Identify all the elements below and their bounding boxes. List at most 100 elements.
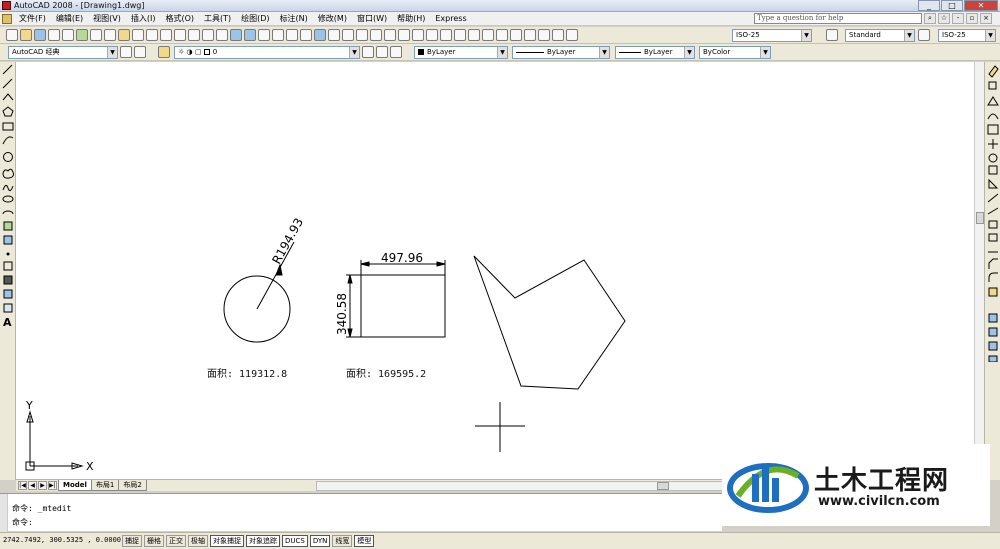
workspace-save-icon[interactable] [134, 46, 146, 58]
zoom-window-icon[interactable] [202, 29, 214, 41]
insert-block-icon[interactable] [3, 221, 13, 231]
polygon-icon[interactable] [2, 106, 14, 117]
scale-icon[interactable] [988, 165, 998, 175]
chamfer-icon[interactable] [988, 258, 998, 269]
tab-layout1[interactable]: 布局1 [90, 480, 120, 491]
break-at-point-icon[interactable] [988, 220, 998, 229]
design-center-icon[interactable] [244, 29, 256, 41]
text-style-icon[interactable] [826, 29, 838, 41]
ellipse-icon[interactable] [2, 195, 14, 203]
make-object-layer-current-icon[interactable] [362, 46, 374, 58]
continue-dimension-icon[interactable] [468, 29, 480, 41]
calculator-icon[interactable] [300, 29, 312, 41]
bring-to-front-icon[interactable] [988, 327, 998, 337]
plot-style-select[interactable]: ByColor ▼ [699, 46, 771, 59]
prev-tab-button[interactable]: ◀ [28, 481, 37, 490]
minimize-button[interactable]: _ [918, 0, 940, 11]
open-file-icon[interactable] [20, 29, 32, 41]
menu-view[interactable]: 视图(V) [92, 13, 122, 25]
dimension-text-edit-icon[interactable] [552, 29, 564, 41]
toggle-otrack[interactable]: 对象追踪 [246, 535, 280, 547]
rectangle-icon[interactable] [2, 122, 14, 131]
print-preview-icon[interactable] [62, 29, 74, 41]
trim-icon[interactable] [987, 193, 999, 203]
move-icon[interactable] [988, 139, 998, 149]
redo-icon[interactable] [160, 29, 172, 41]
publish-icon[interactable] [76, 29, 88, 41]
angular-dimension-icon[interactable] [426, 29, 438, 41]
diameter-dimension-icon[interactable] [412, 29, 424, 41]
dim-style-select[interactable]: ISO-25 ▼ [732, 29, 812, 42]
cut-icon[interactable] [90, 29, 102, 41]
menu-dimension[interactable]: 标注(N) [279, 13, 309, 25]
circle-radius-label[interactable]: R194.93 [269, 216, 306, 267]
explode-icon[interactable] [988, 287, 998, 297]
layer-manager-icon[interactable] [158, 46, 170, 58]
menu-express[interactable]: Express [434, 13, 467, 25]
spline-icon[interactable] [2, 184, 14, 192]
erase-icon[interactable] [988, 65, 999, 78]
toggle-snap[interactable]: 捕捉 [122, 535, 142, 547]
menu-file[interactable]: 文件(F) [18, 13, 47, 25]
dimension-update-icon[interactable] [566, 29, 578, 41]
multiline-text-icon[interactable]: A [3, 316, 12, 329]
table-icon[interactable] [3, 303, 13, 313]
command-window-grip[interactable] [0, 494, 8, 532]
vertical-scrollbar[interactable] [974, 62, 984, 479]
menu-draw[interactable]: 绘图(D) [240, 13, 270, 25]
layer-previous-icon[interactable] [376, 46, 388, 58]
tool-palettes-icon[interactable] [258, 29, 270, 41]
hatch-icon[interactable] [3, 261, 13, 271]
save-icon[interactable] [34, 29, 46, 41]
array-icon[interactable] [987, 124, 999, 135]
drawn-rectangle[interactable] [360, 274, 446, 338]
toggle-dyn[interactable]: DYN [309, 535, 331, 547]
rect-area-label[interactable]: 面积: 169595.2 [346, 365, 426, 380]
undo-icon[interactable] [146, 29, 158, 41]
print-icon[interactable] [48, 29, 60, 41]
workspace-select[interactable]: AutoCAD 经典 ▼ [8, 46, 118, 59]
rotate-icon[interactable] [988, 153, 998, 163]
search-icon[interactable]: ⌕ [924, 13, 936, 24]
command-prompt-input[interactable]: 命令: [12, 517, 33, 528]
rect-height-label[interactable]: 340.58 [335, 293, 349, 335]
copy-icon[interactable] [104, 29, 116, 41]
polyline-icon[interactable] [2, 93, 14, 101]
quick-dimension-icon[interactable] [440, 29, 452, 41]
make-block-icon[interactable] [3, 235, 13, 245]
properties-icon[interactable] [230, 29, 242, 41]
menu-modify[interactable]: 修改(M) [317, 13, 348, 25]
menu-insert[interactable]: 插入(I) [130, 13, 157, 25]
inspection-icon[interactable] [524, 29, 536, 41]
point-icon[interactable] [6, 252, 10, 256]
zoom-realtime-icon[interactable] [188, 29, 200, 41]
toggle-polar[interactable]: 极轴 [188, 535, 208, 547]
break-icon[interactable] [988, 233, 998, 242]
offset-icon[interactable] [987, 113, 999, 120]
coordinate-readout[interactable]: 2742.7492, 300.5325 , 0.0000 [3, 536, 121, 544]
help-icon[interactable] [314, 29, 326, 41]
ordinate-dimension-icon[interactable] [370, 29, 382, 41]
menu-help[interactable]: 帮助(H) [396, 13, 426, 25]
menu-tools[interactable]: 工具(T) [203, 13, 232, 25]
next-tab-button[interactable]: ▶ [38, 481, 47, 490]
drawn-polygon[interactable] [473, 255, 626, 390]
dimension-space-icon[interactable] [482, 29, 494, 41]
menu-edit[interactable]: 编辑(E) [55, 13, 84, 25]
circle-area-label[interactable]: 面积: 119312.8 [207, 365, 287, 380]
sheet-set-icon[interactable] [272, 29, 284, 41]
close-button[interactable]: ✕ [964, 0, 998, 11]
maximize-button[interactable]: □ [941, 0, 963, 11]
tolerance-icon[interactable] [496, 29, 508, 41]
extend-icon[interactable] [987, 207, 999, 215]
match-properties-icon[interactable] [132, 29, 144, 41]
layer-states-icon[interactable] [390, 46, 402, 58]
lineweight-control-select[interactable]: ByLayer ▼ [615, 46, 695, 59]
drawing-svg[interactable]: R194.93 497.96 340.58 X Y [16, 62, 974, 479]
construction-line-icon[interactable] [2, 78, 13, 89]
circle-icon[interactable] [3, 152, 13, 162]
draw-order-icon[interactable] [988, 313, 998, 323]
pan-icon[interactable] [174, 29, 186, 41]
drawing-area[interactable]: R194.93 497.96 340.58 X Y 面积: 119312.8 面… [16, 62, 974, 479]
revision-cloud-icon[interactable] [2, 168, 14, 179]
